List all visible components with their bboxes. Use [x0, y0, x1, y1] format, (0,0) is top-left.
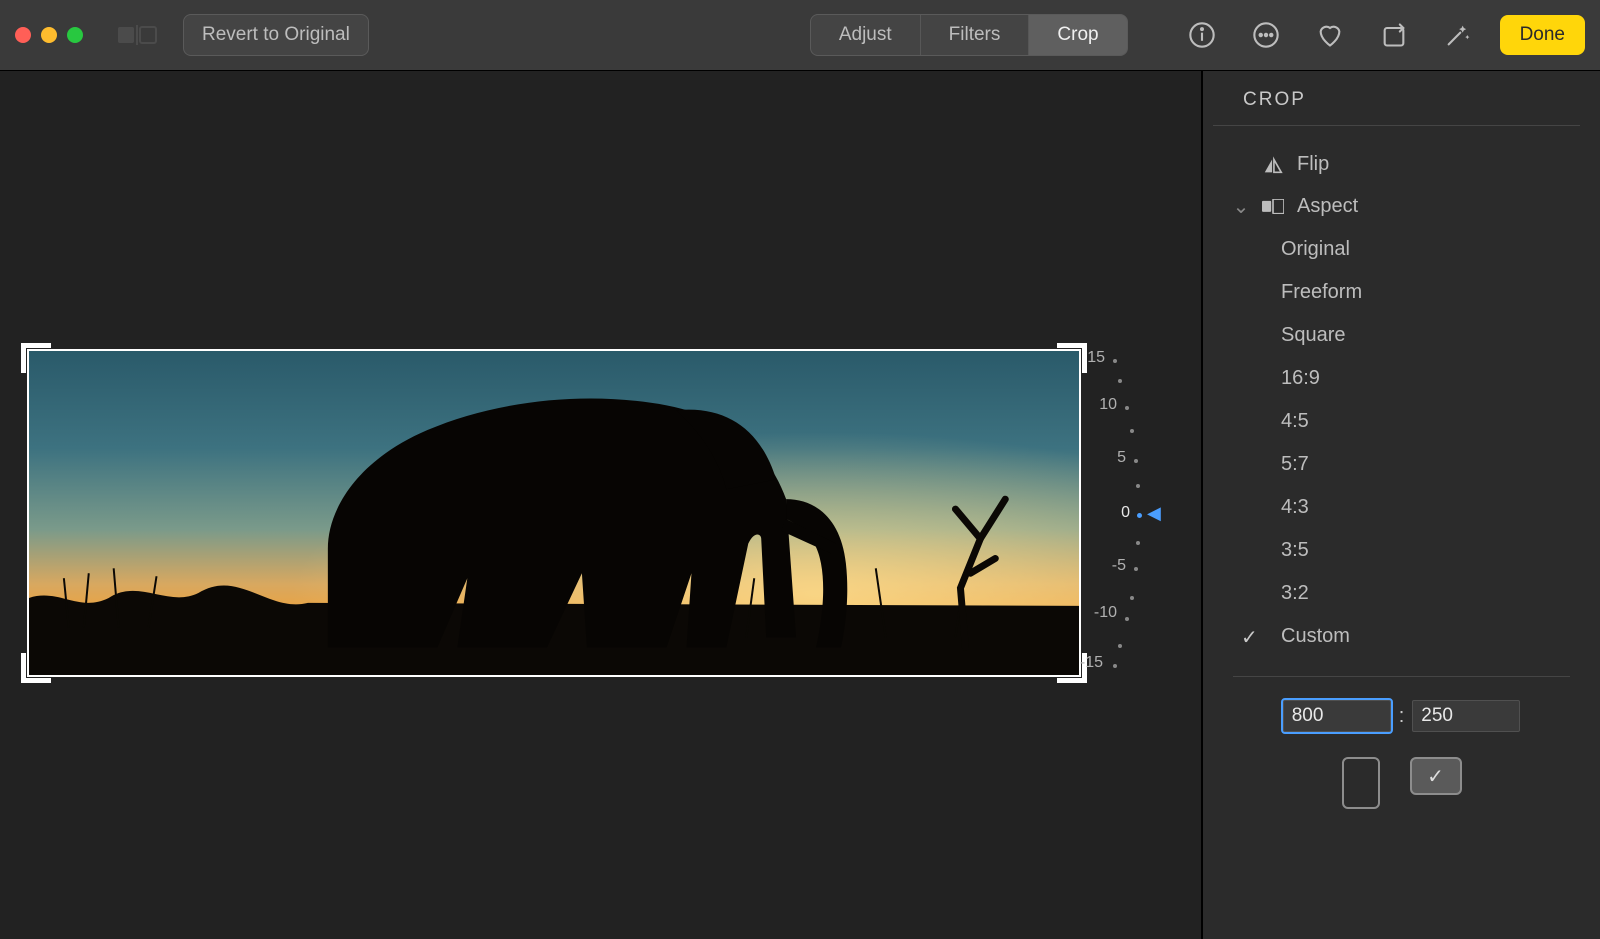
- separator: [1233, 676, 1570, 677]
- flip-row[interactable]: Flip: [1203, 144, 1600, 185]
- tab-filters[interactable]: Filters: [921, 15, 1030, 55]
- browser-toggle-icon[interactable]: [118, 24, 158, 46]
- aspect-square[interactable]: Square: [1281, 314, 1600, 357]
- tab-adjust[interactable]: Adjust: [811, 15, 921, 55]
- aspect-label: Aspect: [1297, 195, 1358, 218]
- ratio-colon: :: [1399, 705, 1405, 728]
- aspect-4-3[interactable]: 4:3: [1281, 486, 1600, 529]
- aspect-4-5[interactable]: 4:5: [1281, 400, 1600, 443]
- rotation-dial[interactable]: 15 10 5 0 -5 -10 -15 ◀: [1085, 349, 1165, 749]
- revert-to-original-button[interactable]: Revert to Original: [183, 14, 369, 56]
- crop-handle-bottom-right[interactable]: [1057, 678, 1087, 683]
- minimize-window-button[interactable]: [41, 27, 57, 43]
- dial-label: -10: [1077, 604, 1117, 622]
- dial-label: -5: [1086, 557, 1126, 575]
- dial-label-current: 0: [1090, 504, 1130, 522]
- image-canvas[interactable]: 15 10 5 0 -5 -10 -15 ◀: [0, 71, 1201, 939]
- aspect-custom[interactable]: Custom: [1281, 615, 1600, 658]
- dial-current-marker-icon: ◀: [1147, 503, 1161, 524]
- aspect-5-7[interactable]: 5:7: [1281, 443, 1600, 486]
- aspect-3-5[interactable]: 3:5: [1281, 529, 1600, 572]
- window-controls: [15, 27, 83, 43]
- done-button[interactable]: Done: [1500, 15, 1585, 55]
- crop-handle-top-right[interactable]: [1057, 343, 1087, 348]
- aspect-16-9[interactable]: 16:9: [1281, 357, 1600, 400]
- flip-icon: [1262, 154, 1284, 176]
- chevron-down-icon: ⌄: [1233, 194, 1249, 219]
- crop-frame[interactable]: [27, 349, 1081, 677]
- close-window-button[interactable]: [15, 27, 31, 43]
- fullscreen-window-button[interactable]: [67, 27, 83, 43]
- toolbar-action-icons: [1188, 21, 1472, 49]
- custom-height-input[interactable]: [1412, 700, 1520, 732]
- dial-label: 5: [1086, 449, 1126, 467]
- orientation-toggle: ✓: [1203, 752, 1600, 814]
- check-icon: ✓: [1427, 764, 1444, 789]
- rotate-icon[interactable]: [1380, 21, 1408, 49]
- orientation-portrait-button[interactable]: [1342, 757, 1380, 809]
- auto-enhance-icon[interactable]: [1444, 21, 1472, 49]
- favorite-heart-icon[interactable]: [1316, 21, 1344, 49]
- sidebar-title: CROP: [1213, 89, 1580, 126]
- more-options-icon[interactable]: [1252, 21, 1280, 49]
- flip-label: Flip: [1297, 153, 1329, 176]
- aspect-freeform[interactable]: Freeform: [1281, 271, 1600, 314]
- crop-sidebar: CROP Flip ⌄ Aspect Original Freeform Squ…: [1201, 71, 1600, 939]
- aspect-row[interactable]: ⌄ Aspect: [1203, 185, 1600, 228]
- tab-crop[interactable]: Crop: [1029, 15, 1126, 55]
- dial-label: -15: [1063, 654, 1103, 672]
- toolbar: Revert to Original Adjust Filters Crop D…: [0, 0, 1600, 71]
- custom-aspect-inputs: :: [1203, 695, 1600, 752]
- aspect-icon: [1262, 196, 1284, 218]
- aspect-3-2[interactable]: 3:2: [1281, 572, 1600, 615]
- info-icon[interactable]: [1188, 21, 1216, 49]
- photo-preview: [29, 351, 1079, 675]
- aspect-original[interactable]: Original: [1281, 228, 1600, 271]
- dial-label: 15: [1065, 349, 1105, 367]
- custom-width-input[interactable]: [1283, 700, 1391, 732]
- aspect-ratio-list: Original Freeform Square 16:9 4:5 5:7 4:…: [1203, 228, 1600, 658]
- crop-handle-bottom-left[interactable]: [21, 678, 51, 683]
- edit-mode-tabs: Adjust Filters Crop: [810, 14, 1128, 56]
- orientation-landscape-button[interactable]: ✓: [1410, 757, 1462, 795]
- dial-label: 10: [1077, 396, 1117, 414]
- crop-handle-top-left[interactable]: [21, 343, 51, 348]
